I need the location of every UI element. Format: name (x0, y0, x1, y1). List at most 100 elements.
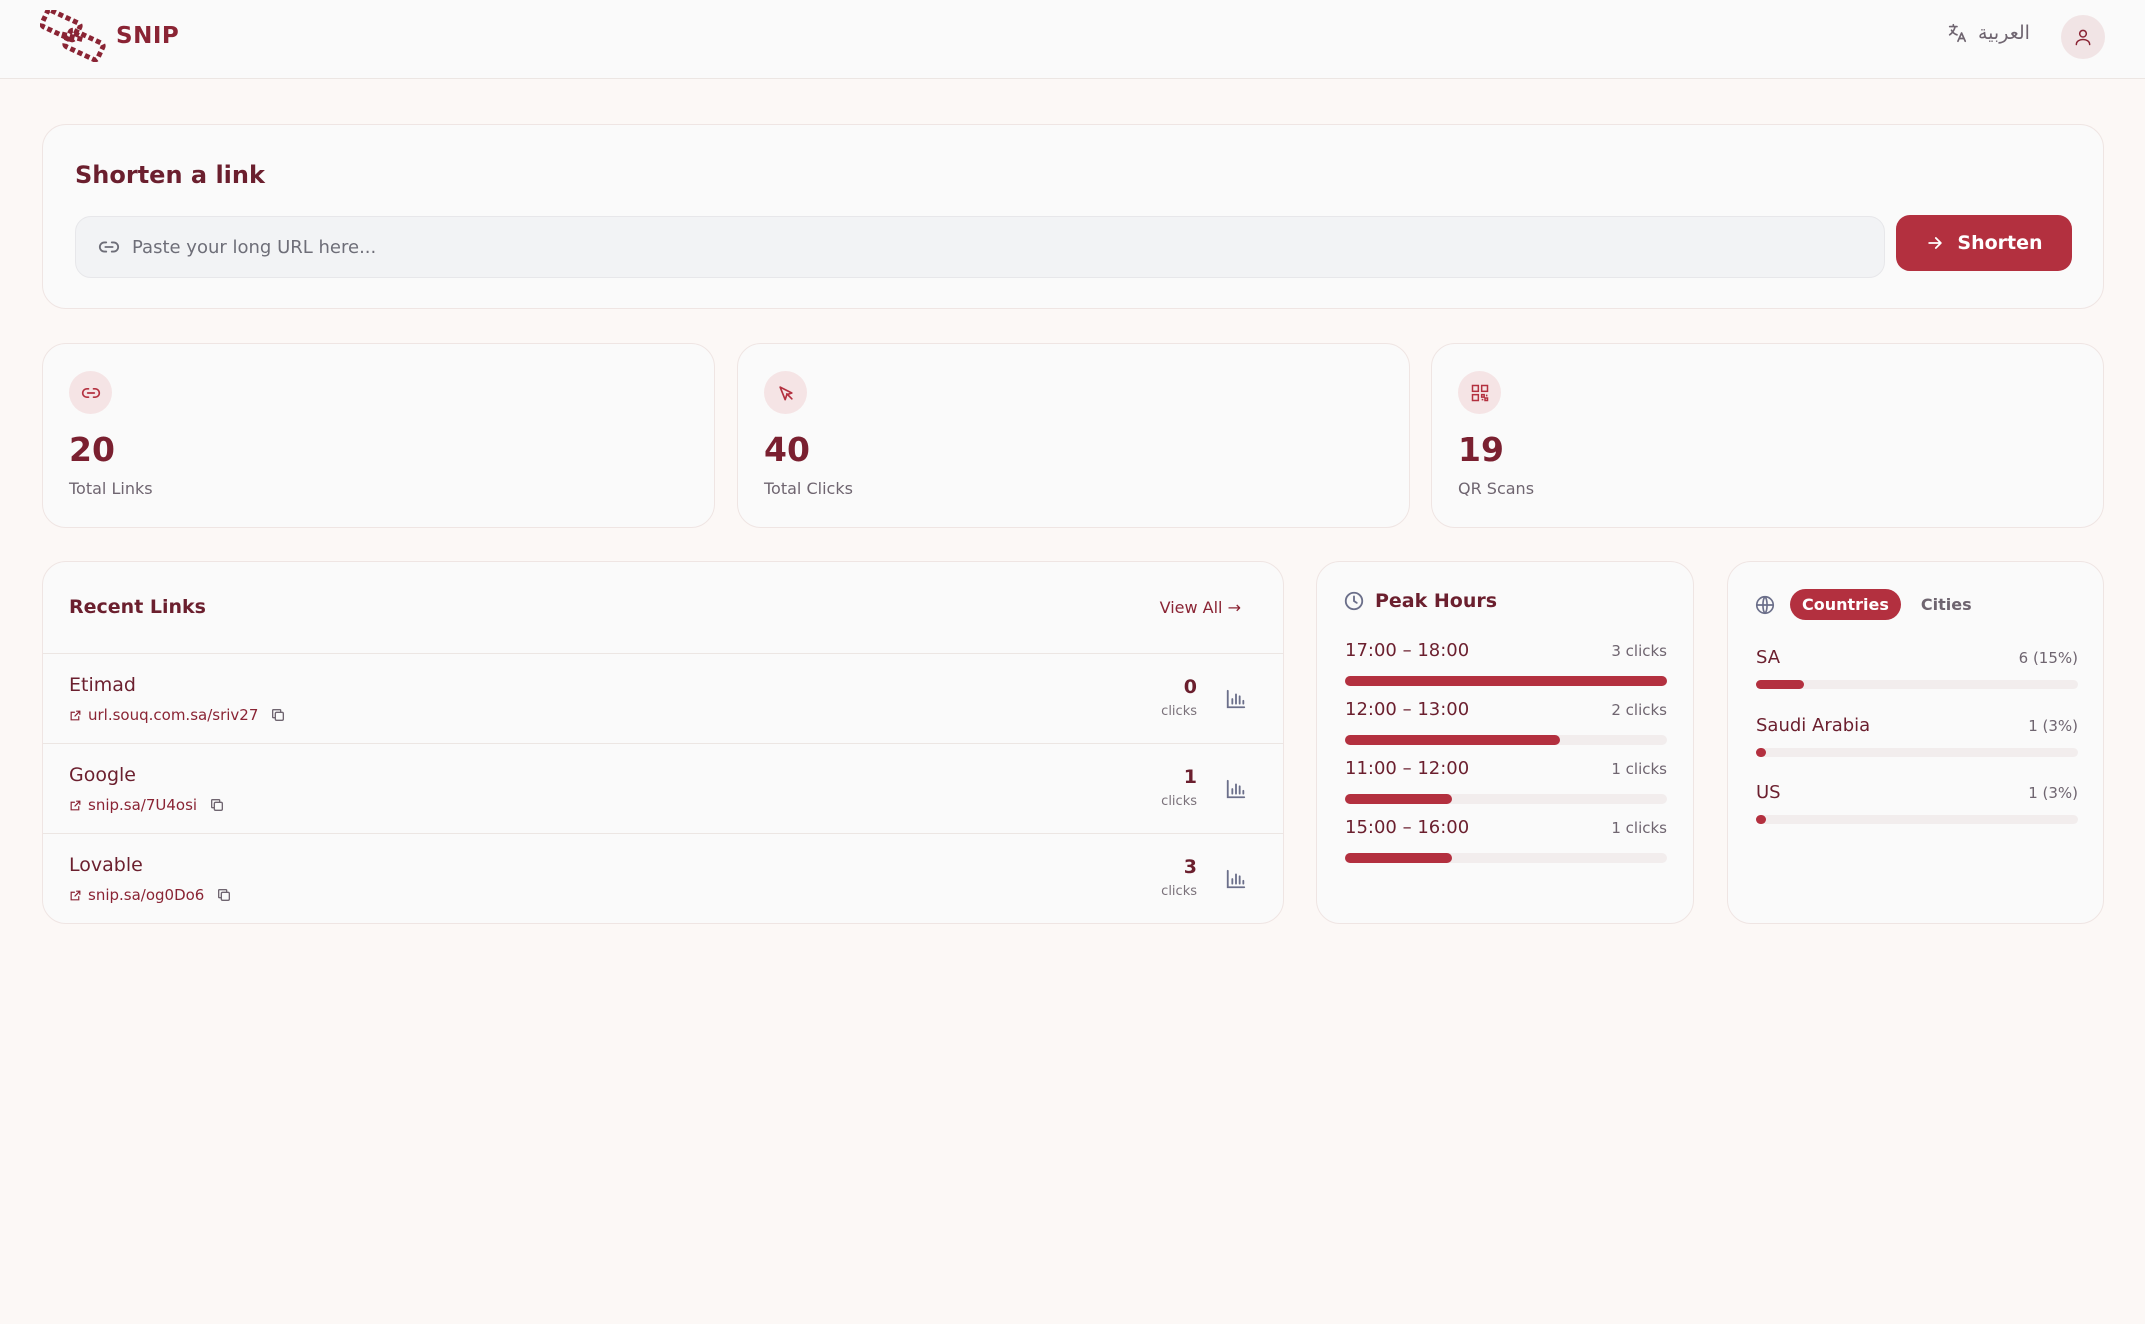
click-count-label: clicks (1161, 794, 1197, 809)
link-name: Google (69, 764, 137, 786)
copy-icon[interactable] (270, 707, 286, 723)
top-navigation-bar: SNIP العربية (0, 0, 2145, 79)
clock-icon (1344, 591, 1364, 611)
copy-icon[interactable] (209, 797, 225, 813)
stat-card-qr-scans: 19 QR Scans (1431, 343, 2104, 528)
table-row[interactable]: Etimad url.souq.com.sa/sriv27 0 clicks (43, 654, 1283, 744)
hour-clicks: 1 clicks (1611, 819, 1667, 837)
stat-card-total-clicks: 40 Total Clicks (737, 343, 1410, 528)
click-count: 3 clicks (1161, 856, 1197, 899)
table-row[interactable]: Google snip.sa/7U4osi 1 clicks (43, 744, 1283, 834)
bar-chart-icon[interactable] (1225, 868, 1247, 890)
short-url[interactable]: snip.sa/og0Do6 (69, 886, 232, 904)
click-count-label: clicks (1161, 884, 1197, 899)
geo-tabs: Countries Cities (1754, 589, 1984, 620)
click-count: 1 clicks (1161, 766, 1197, 809)
translate-icon (1948, 23, 1967, 43)
short-url-text: snip.sa/og0Do6 (88, 886, 205, 904)
shorten-button[interactable]: Shorten (1896, 215, 2072, 271)
globe-icon (1755, 595, 1775, 614)
geo-bar-track (1756, 680, 2078, 689)
hour-bar-fill (1345, 735, 1560, 745)
peak-hours-title: Peak Hours (1343, 590, 1497, 612)
hour-bar-track (1345, 676, 1667, 686)
stat-label: Total Clicks (764, 479, 853, 498)
geo-bar-track (1756, 748, 2078, 757)
geo-value: 1 (3%) (2028, 717, 2078, 735)
link-icon (98, 241, 120, 253)
click-count-label: clicks (1161, 704, 1197, 719)
shorten-link-card: Shorten a link Shorten (42, 124, 2104, 309)
geo-bar-fill (1756, 748, 1766, 757)
hour-bar-fill (1345, 676, 1667, 686)
geo-row: Saudi Arabia 1 (3%) (1756, 715, 2078, 757)
long-url-input[interactable] (132, 236, 1832, 258)
stat-icon-badge (764, 371, 807, 414)
hour-clicks: 2 clicks (1611, 701, 1667, 719)
click-count-value: 0 (1183, 676, 1197, 698)
geo-row: SA 6 (15%) (1756, 647, 2078, 689)
stat-label: QR Scans (1458, 479, 1535, 498)
short-url-text: snip.sa/7U4osi (88, 796, 198, 814)
link-name: Lovable (69, 854, 143, 876)
geo-value: 6 (15%) (2018, 649, 2078, 667)
short-url-text: url.souq.com.sa/sriv27 (88, 706, 259, 724)
bar-chart-icon[interactable] (1225, 778, 1247, 800)
stat-icon-badge (1458, 371, 1501, 414)
peak-hour-row: 11:00 – 12:00 1 clicks (1345, 758, 1667, 804)
tab-countries[interactable]: Countries (1790, 589, 1901, 620)
tab-cities[interactable]: Cities (1909, 589, 1984, 620)
link-name: Etimad (69, 674, 136, 696)
hour-bar-track (1345, 735, 1667, 745)
stat-value: 40 (764, 430, 810, 469)
hour-bar-track (1345, 794, 1667, 804)
geo-value: 1 (3%) (2028, 784, 2078, 802)
peak-hour-row: 15:00 – 16:00 1 clicks (1345, 817, 1667, 863)
hour-clicks: 1 clicks (1611, 760, 1667, 778)
language-label: العربية (1978, 22, 2030, 44)
qr-icon (1471, 384, 1488, 401)
external-link-icon (70, 890, 81, 900)
peak-hours-card: Peak Hours 17:00 – 18:00 3 clicks 12:00 … (1316, 561, 1694, 924)
peak-hours-title-text: Peak Hours (1375, 590, 1498, 612)
hour-bar-track (1345, 853, 1667, 863)
recent-links-header: Recent Links View All → (43, 562, 1283, 654)
table-row[interactable]: Lovable snip.sa/og0Do6 3 clicks (43, 834, 1283, 924)
link-icon (81, 387, 100, 398)
hour-bar-fill (1345, 853, 1453, 863)
cursor-icon (778, 385, 793, 400)
user-avatar-button[interactable] (2061, 15, 2105, 59)
stat-value: 20 (69, 430, 115, 469)
url-input-wrapper[interactable] (75, 216, 1885, 278)
short-url[interactable]: snip.sa/7U4osi (69, 796, 225, 814)
geo-breakdown-card: Countries Cities SA 6 (15%) Saudi Arabia… (1727, 561, 2104, 924)
click-count-value: 1 (1183, 766, 1197, 788)
geo-row: US 1 (3%) (1756, 782, 2078, 824)
chain-link-logo-icon (40, 10, 106, 62)
recent-links-title: Recent Links (69, 596, 206, 618)
stat-card-total-links: 20 Total Links (42, 343, 715, 528)
arrow-right-icon (1928, 237, 1943, 249)
hour-clicks: 3 clicks (1611, 642, 1667, 660)
brand-name: SNIP (116, 23, 180, 49)
peak-hour-row: 12:00 – 13:00 2 clicks (1345, 699, 1667, 745)
peak-hour-row: 17:00 – 18:00 3 clicks (1345, 640, 1667, 686)
external-link-icon (70, 800, 81, 810)
click-count-value: 3 (1183, 856, 1197, 878)
stat-label: Total Links (69, 479, 153, 498)
geo-bar-fill (1756, 815, 1766, 824)
bar-chart-icon[interactable] (1225, 688, 1247, 710)
copy-icon[interactable] (216, 887, 232, 903)
shorten-button-label: Shorten (1957, 232, 2043, 254)
geo-bar-track (1756, 815, 2078, 824)
language-switch[interactable]: العربية (1946, 22, 2030, 44)
stat-icon-badge (69, 371, 112, 414)
shorten-title: Shorten a link (75, 161, 265, 189)
geo-bar-fill (1756, 680, 1805, 689)
view-all-link[interactable]: View All → (1160, 598, 1241, 617)
short-url[interactable]: url.souq.com.sa/sriv27 (69, 706, 286, 724)
external-link-icon (70, 710, 81, 720)
click-count: 0 clicks (1161, 676, 1197, 719)
user-icon (2075, 29, 2091, 46)
brand-logo[interactable]: SNIP (40, 10, 179, 62)
